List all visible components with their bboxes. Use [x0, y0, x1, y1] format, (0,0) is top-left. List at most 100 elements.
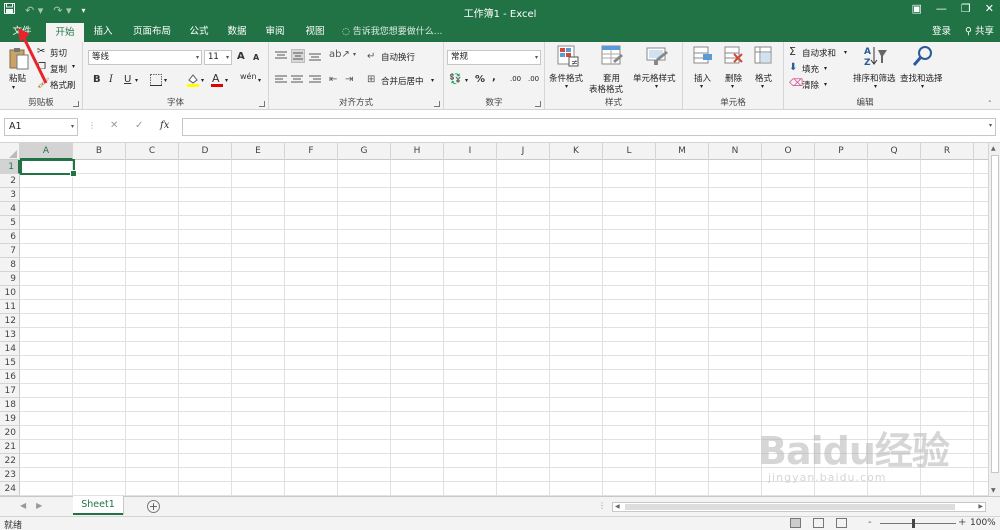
font-color-dropdown-icon[interactable]: ▾: [225, 77, 228, 84]
prev-sheet-icon[interactable]: ◀: [20, 501, 26, 510]
row-header-4[interactable]: 4: [0, 202, 20, 216]
number-launcher-icon[interactable]: [535, 101, 541, 107]
zoom-in-button[interactable]: +: [958, 517, 966, 528]
vertical-scrollbar[interactable]: ▲ ▼: [988, 143, 1000, 496]
copy-dropdown-icon[interactable]: ▾: [72, 63, 75, 70]
row-header-10[interactable]: 10: [0, 286, 20, 300]
column-header-q[interactable]: Q: [868, 143, 921, 160]
zoom-level[interactable]: 100%: [970, 518, 996, 528]
add-sheet-button[interactable]: +: [147, 500, 160, 513]
increase-decimal-button[interactable]: .00: [510, 75, 521, 83]
row-header-7[interactable]: 7: [0, 244, 20, 258]
column-header-k[interactable]: K: [550, 143, 603, 160]
row-header-2[interactable]: 2: [0, 174, 20, 188]
next-sheet-icon[interactable]: ▶: [36, 501, 42, 510]
column-header-e[interactable]: E: [232, 143, 285, 160]
row-header-13[interactable]: 13: [0, 328, 20, 342]
alignment-launcher-icon[interactable]: [434, 101, 440, 107]
share-button[interactable]: ⚲ 共享: [965, 22, 994, 42]
find-select-dropdown-icon[interactable]: ▾: [921, 83, 924, 90]
fill-dropdown-icon[interactable]: ▾: [824, 65, 827, 72]
orientation-icon[interactable]: ab↗: [329, 49, 350, 60]
minimize-icon[interactable]: —: [936, 2, 947, 15]
currency-icon[interactable]: 💱: [449, 74, 461, 85]
row-header-6[interactable]: 6: [0, 230, 20, 244]
cell-area[interactable]: [20, 160, 988, 496]
collapse-ribbon-icon[interactable]: ˄: [988, 100, 992, 108]
align-bottom-icon[interactable]: [309, 51, 321, 64]
scroll-down-icon[interactable]: ▼: [991, 487, 996, 494]
column-header-n[interactable]: N: [709, 143, 762, 160]
merge-center-dropdown-icon[interactable]: ▾: [431, 77, 434, 84]
wrap-text-button[interactable]: 自动换行: [381, 51, 415, 63]
tab-page-layout[interactable]: 页面布局: [126, 22, 178, 42]
phonetic-icon[interactable]: wén: [240, 72, 257, 81]
comma-button[interactable]: ,: [492, 72, 496, 83]
merge-center-button[interactable]: 合并后居中: [381, 75, 424, 87]
formula-input[interactable]: ▾: [182, 118, 996, 136]
row-header-12[interactable]: 12: [0, 314, 20, 328]
row-header-16[interactable]: 16: [0, 370, 20, 384]
column-header-p[interactable]: P: [815, 143, 868, 160]
number-format-select[interactable]: 常规 ▾: [447, 50, 541, 65]
more-options-icon[interactable]: ⋮: [88, 121, 96, 130]
tab-splitter-icon[interactable]: ⋮: [598, 501, 606, 510]
row-header-15[interactable]: 15: [0, 356, 20, 370]
underline-dropdown-icon[interactable]: ▾: [135, 77, 138, 84]
conditional-format-dropdown-icon[interactable]: ▾: [565, 83, 568, 90]
page-break-view-icon[interactable]: [836, 518, 847, 528]
column-header-a[interactable]: A: [20, 143, 73, 160]
autosum-button[interactable]: 自动求和: [802, 47, 836, 59]
column-header-h[interactable]: H: [391, 143, 444, 160]
font-name-select[interactable]: 等线 ▾: [88, 50, 202, 65]
row-header-5[interactable]: 5: [0, 216, 20, 230]
fill-color-icon[interactable]: [186, 73, 200, 90]
column-header-b[interactable]: B: [73, 143, 126, 160]
autosum-dropdown-icon[interactable]: ▾: [844, 49, 847, 56]
format-as-table-label-2[interactable]: 表格格式: [589, 83, 623, 95]
increase-indent-icon[interactable]: ⇥: [345, 74, 353, 85]
align-center-icon[interactable]: [291, 75, 303, 88]
percent-button[interactable]: %: [475, 74, 485, 85]
row-header-20[interactable]: 20: [0, 426, 20, 440]
row-header-23[interactable]: 23: [0, 468, 20, 482]
cell-styles-dropdown-icon[interactable]: ▾: [655, 83, 658, 90]
scroll-left-icon[interactable]: ◀: [615, 503, 620, 510]
column-header-j[interactable]: J: [497, 143, 550, 160]
clipboard-launcher-icon[interactable]: [73, 101, 79, 107]
tab-data[interactable]: 数据: [220, 22, 254, 42]
orientation-dropdown-icon[interactable]: ▾: [353, 51, 356, 58]
restore-icon[interactable]: ❐: [961, 2, 971, 15]
font-color-icon[interactable]: A: [210, 72, 224, 90]
column-header-l[interactable]: L: [603, 143, 656, 160]
fill-button[interactable]: 填充: [802, 63, 819, 75]
row-header-24[interactable]: 24: [0, 482, 20, 496]
column-header-o[interactable]: O: [762, 143, 815, 160]
row-header-18[interactable]: 18: [0, 398, 20, 412]
italic-button[interactable]: I: [109, 74, 113, 85]
clear-dropdown-icon[interactable]: ▾: [824, 81, 827, 88]
expand-formula-icon[interactable]: ▾: [989, 122, 992, 129]
row-header-9[interactable]: 9: [0, 272, 20, 286]
paste-dropdown-icon[interactable]: ▾: [12, 84, 15, 91]
horizontal-scrollbar[interactable]: ◀ ▶: [612, 502, 986, 512]
scroll-right-icon[interactable]: ▶: [978, 503, 983, 510]
grow-font-button[interactable]: A: [237, 51, 245, 62]
bold-button[interactable]: B: [93, 74, 101, 85]
vertical-scroll-thumb[interactable]: [991, 155, 999, 473]
align-left-icon[interactable]: [275, 75, 287, 88]
name-box[interactable]: A1 ▾: [4, 118, 78, 136]
column-header-m[interactable]: M: [656, 143, 709, 160]
tab-insert[interactable]: 插入: [86, 22, 120, 42]
sign-in-link[interactable]: 登录: [932, 22, 951, 42]
column-header-g[interactable]: G: [338, 143, 391, 160]
row-header-21[interactable]: 21: [0, 440, 20, 454]
borders-dropdown-icon[interactable]: ▾: [164, 77, 167, 84]
underline-button[interactable]: U: [124, 74, 131, 85]
column-header-r[interactable]: R: [921, 143, 974, 160]
cancel-icon[interactable]: ✕: [110, 120, 118, 131]
active-cell-selection[interactable]: [20, 159, 77, 177]
scroll-up-icon[interactable]: ▲: [991, 145, 996, 152]
column-header-d[interactable]: D: [179, 143, 232, 160]
format-cells-dropdown-icon[interactable]: ▾: [761, 83, 764, 90]
